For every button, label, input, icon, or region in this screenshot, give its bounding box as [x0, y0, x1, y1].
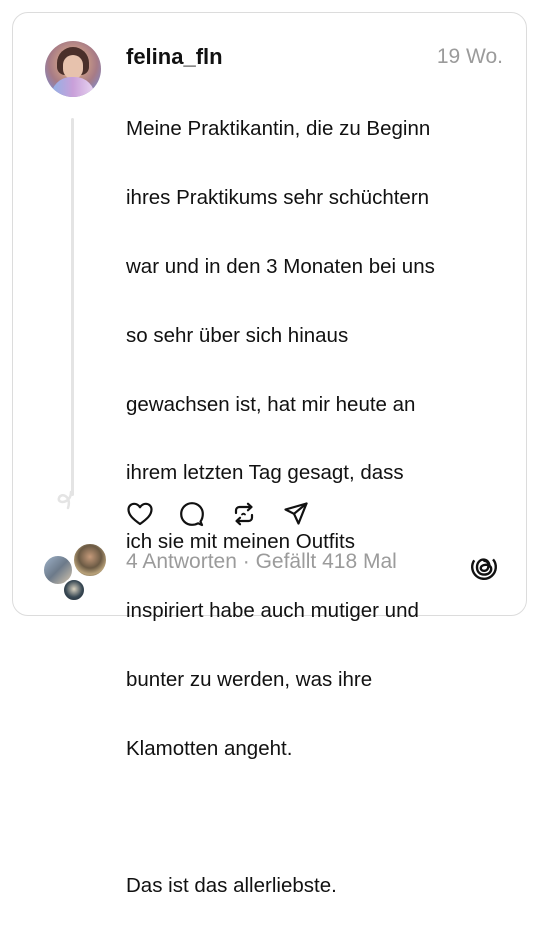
post-closing-line: Das ist das allerliebste. — [126, 873, 337, 897]
replier-avatars[interactable] — [42, 542, 112, 604]
post-line: so sehr über sich hinaus — [126, 323, 349, 347]
avatar-face — [63, 55, 83, 79]
thread-loop-icon — [57, 490, 73, 510]
share-button[interactable] — [282, 500, 310, 528]
post-stats[interactable]: 4 Antworten · Gefällt 418 Mal — [126, 550, 397, 574]
like-button[interactable] — [126, 500, 154, 528]
heart-icon — [127, 502, 153, 526]
avatar-body — [51, 77, 95, 97]
post-line: gewachsen ist, hat mir heute an — [126, 392, 416, 416]
post-line: Meine Praktikantin, die zu Beginn — [126, 117, 431, 141]
post-timestamp: 19 Wo. — [436, 45, 503, 68]
post-actions — [126, 500, 310, 528]
repost-button[interactable] — [230, 500, 258, 528]
post-line: inspiriert habe auch mutiger und — [126, 599, 419, 623]
post-line: bunter zu werden, was ihre — [126, 667, 373, 691]
replier-avatar — [62, 578, 86, 602]
thread-line — [71, 118, 74, 496]
post-line: war und in den 3 Monaten bei uns — [126, 255, 435, 279]
repost-icon — [234, 502, 254, 526]
send-icon — [284, 502, 308, 525]
threads-logo-icon[interactable] — [470, 553, 498, 581]
post-line: ihrem letzten Tag gesagt, dass — [126, 461, 404, 485]
author-username[interactable]: felina_fln — [126, 44, 223, 70]
post-line: ihres Praktikums sehr schüchtern — [126, 186, 430, 210]
comment-icon — [180, 502, 204, 527]
author-avatar[interactable] — [45, 41, 101, 97]
replier-avatar — [72, 542, 108, 578]
post-line: Klamotten angeht. — [126, 736, 293, 760]
reply-button[interactable] — [178, 500, 206, 528]
